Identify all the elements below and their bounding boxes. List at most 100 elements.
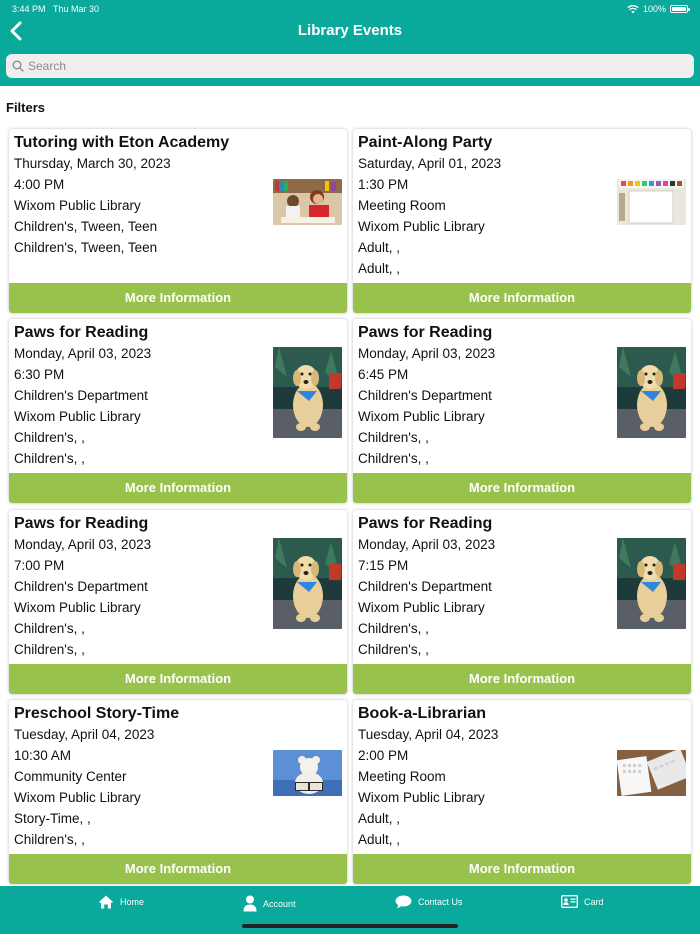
status-right: 100% [627,4,690,14]
event-card[interactable]: Paws for Reading Monday, April 03, 2023 6:… [353,319,691,503]
event-title: Paint-Along Party [358,134,493,151]
event-title: Paws for Reading [14,324,149,341]
event-date: Saturday, April 01, 2023 [358,156,502,171]
event-card[interactable]: Paws for Reading Monday, April 03, 2023 7:… [353,510,691,694]
event-title: Paws for Reading [14,515,149,532]
search-icon [12,60,24,72]
tab-card-label: Card [584,896,604,907]
event-detail: Children's Department [358,388,492,403]
event-detail: Children's Department [358,579,492,594]
tab-contact-us-label: Contact Us [418,897,463,907]
event-detail: Adult, , [358,261,401,276]
event-time: 4:00 PM [14,177,65,192]
event-detail: Children's, , [358,430,429,445]
event-detail: Children's, Tween, Teen [14,219,158,234]
teddy-bear-photo [273,750,342,796]
event-date: Tuesday, April 04, 2023 [358,727,499,742]
event-time: 1:30 PM [358,177,409,192]
event-card[interactable]: Book-a-Librarian Tuesday, April 04, 2023 2… [353,700,691,884]
event-title: Preschool Story-Time [14,705,180,722]
event-detail: Wixom Public Library [358,790,485,805]
home-icon [98,895,114,909]
event-detail: Children's Department [14,388,148,403]
search-placeholder: Search [28,59,67,73]
more-information-button[interactable]: More Information [353,664,691,694]
event-detail: Children's, , [358,642,429,657]
event-date: Monday, April 03, 2023 [14,346,152,361]
event-detail: Children's, , [14,451,85,466]
tab-account-label: Account [263,898,296,909]
event-detail: Wixom Public Library [358,409,485,424]
event-time: 7:15 PM [358,558,409,573]
event-card[interactable]: Tutoring with Eton Academy Thursday, Marc… [9,129,347,313]
event-title: Book-a-Librarian [358,705,487,722]
event-detail: Children's, Tween, Teen [14,240,158,255]
status-time: 3:44 PM Thu Mar 30 [12,4,100,14]
event-detail: Meeting Room [358,769,446,784]
event-time: 10:30 AM [14,748,72,763]
more-information-button[interactable]: More Information [9,854,347,884]
event-title: Paws for Reading [358,324,493,341]
event-detail: Children's, , [14,621,85,636]
dog-photo [617,538,686,629]
event-detail: Adult, , [358,240,401,255]
tab-contact-us[interactable]: Contact Us [395,895,463,909]
battery-icon [670,5,690,13]
dog-photo [617,347,686,438]
tab-home[interactable]: Home [98,895,144,909]
status-bar: 3:44 PM Thu Mar 30 100% [0,0,700,18]
dog-photo [273,347,342,438]
event-card[interactable]: Paws for Reading Monday, April 03, 2023 7:… [9,510,347,694]
keyboard-calendar-photo [617,750,686,796]
tab-card[interactable]: Card [561,895,604,908]
page-title: Library Events [297,22,403,39]
top-bar: 3:44 PM Thu Mar 30 100% Library Events S… [0,0,700,86]
event-title: Paws for Reading [358,515,493,532]
wifi-icon [627,4,639,13]
event-time: 6:30 PM [14,367,65,382]
more-information-button[interactable]: More Information [9,473,347,503]
event-date: Monday, April 03, 2023 [14,537,152,552]
event-detail: Wixom Public Library [14,790,141,805]
event-detail: Wixom Public Library [14,409,141,424]
event-title: Tutoring with Eton Academy [14,134,230,151]
event-card[interactable]: Paint-Along Party Saturday, April 01, 202… [353,129,691,313]
event-time: 2:00 PM [358,748,409,763]
event-card[interactable]: Preschool Story-Time Tuesday, April 04, 2… [9,700,347,884]
event-date: Thursday, March 30, 2023 [14,156,171,171]
more-information-button[interactable]: More Information [353,473,691,503]
event-time: 7:00 PM [14,558,65,573]
event-date: Monday, April 03, 2023 [358,346,496,361]
event-card[interactable]: Paws for Reading Monday, April 03, 2023 6:… [9,319,347,503]
more-information-button[interactable]: More Information [353,283,691,313]
event-detail: Children's, , [358,451,429,466]
event-detail: Meeting Room [358,198,446,213]
event-detail: Adult, , [358,832,401,847]
more-information-button[interactable]: More Information [353,854,691,884]
event-date: Monday, April 03, 2023 [358,537,496,552]
event-time: 6:45 PM [358,367,409,382]
event-detail: Story-Time, , [14,811,91,826]
chat-bubble-icon [395,895,412,909]
event-detail: Wixom Public Library [358,600,485,615]
id-card-icon [561,895,578,908]
tab-home-label: Home [120,897,145,907]
more-information-button[interactable]: More Information [9,283,347,313]
event-detail: Wixom Public Library [358,219,485,234]
filters-label[interactable]: Filters [6,100,45,115]
event-detail: Children's Department [14,579,148,594]
search-input[interactable]: Search [6,54,694,78]
event-date: Tuesday, April 04, 2023 [14,727,155,742]
more-information-button[interactable]: More Information [9,664,347,694]
dog-photo [273,538,342,629]
paint-palette-photo [617,179,686,225]
event-detail: Adult, , [358,811,401,826]
event-detail: Children's, , [14,642,85,657]
event-detail: Children's, , [14,430,85,445]
tab-account[interactable]: Account [243,895,296,912]
home-indicator [242,924,458,928]
event-detail: Children's, , [358,621,429,636]
event-detail: Wixom Public Library [14,198,141,213]
event-detail: Children's, , [14,832,85,847]
person-icon [243,895,257,912]
